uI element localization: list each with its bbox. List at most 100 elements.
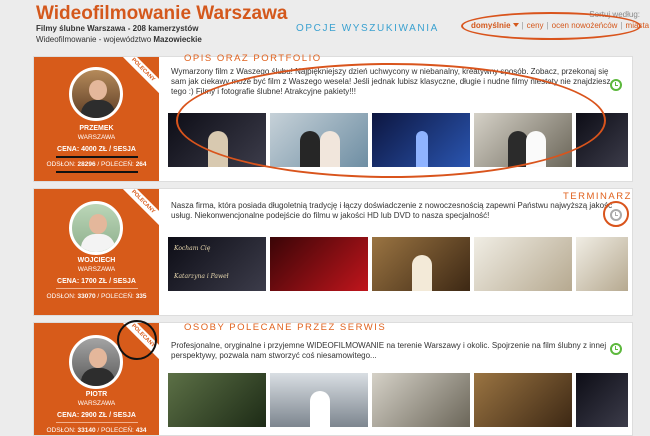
portfolio-thumbnail[interactable] — [576, 237, 628, 291]
portfolio-thumbnail[interactable]: Kocham Cię Katarzyna i Paweł — [168, 237, 266, 291]
vendor-card[interactable]: POLECANY PRZEMEK WARSZAWA CENA: 4000 ZŁ … — [33, 56, 633, 182]
figure — [208, 131, 228, 167]
breadcrumb: Wideofilmowanie - województwo Mazowiecki… — [36, 35, 202, 44]
search-options-label: OPCJE WYSZUKIWANIA — [296, 23, 439, 34]
vendor-profile-panel[interactable]: POLECANY PRZEMEK WARSZAWA CENA: 4000 ZŁ … — [34, 57, 168, 181]
divider — [56, 422, 138, 423]
figure — [300, 131, 320, 167]
caret-down-icon — [512, 23, 519, 27]
recs-label: / POLECEŃ: — [95, 293, 136, 300]
divider — [56, 156, 138, 158]
vendor-description: Nasza firma, która posiada długoletnią t… — [171, 201, 613, 220]
portfolio-thumbnail[interactable] — [270, 113, 368, 167]
avatar[interactable] — [69, 201, 123, 255]
recs-count: 434 — [135, 427, 147, 434]
divider — [56, 171, 138, 173]
avatar[interactable] — [69, 335, 123, 389]
recommended-badge: POLECANY — [118, 57, 168, 95]
portfolio-thumbnail[interactable] — [372, 373, 470, 427]
clock-icon[interactable] — [610, 209, 622, 221]
sort-city-option[interactable]: miasta — [626, 21, 650, 30]
page: Wideofilmowanie Warszawa Filmy ślubne Wa… — [0, 0, 650, 436]
portfolio-thumbnail[interactable] — [474, 373, 572, 427]
clock-icon[interactable] — [610, 343, 622, 355]
figure — [416, 131, 428, 167]
sort-default-option[interactable]: domyślnie — [471, 21, 519, 30]
avatar-face — [89, 80, 107, 100]
divider — [56, 288, 138, 289]
vendor-price: CENA: 1700 ZŁ / SESJA — [57, 278, 136, 285]
views-count: 33070 — [77, 293, 96, 300]
portfolio-thumbnail[interactable] — [576, 373, 628, 427]
portfolio-thumbnail[interactable] — [168, 373, 266, 427]
breadcrumb-region[interactable]: Mazowieckie — [153, 35, 201, 44]
vendor-stats: ODSŁON: 28296 / POLECEŃ: 264 — [34, 161, 159, 168]
recs-label: / POLECEŃ: — [95, 161, 136, 168]
recs-count: 264 — [135, 161, 147, 168]
vendor-price: CENA: 2900 ZŁ / SESJA — [57, 412, 136, 419]
vendor-profile-panel[interactable]: POLECANY WOJCIECH WARSZAWA CENA: 1700 ZŁ… — [34, 189, 168, 315]
sort-label: Sortuj według: — [589, 10, 640, 19]
views-count: 28296 — [77, 161, 96, 168]
vendor-price: CENA: 4000 ZŁ / SESJA — [57, 146, 136, 153]
annotation-recommended-label: OSOBY POLECANE PRZEZ SERWIS — [184, 322, 387, 333]
figure — [508, 131, 528, 167]
breadcrumb-prefix: Wideofilmowanie - województwo — [36, 35, 154, 44]
portfolio-thumbnail[interactable] — [270, 373, 368, 427]
avatar-face — [89, 348, 107, 368]
separator: | — [546, 21, 549, 30]
avatar-body — [81, 234, 115, 252]
figure — [310, 391, 330, 427]
sort-rating-option[interactable]: ocen nowożeńców — [552, 21, 618, 30]
vendor-description: Wymarzony film z Waszego ślubu! Najpiękn… — [171, 67, 611, 96]
portfolio-thumbnail[interactable] — [168, 113, 266, 167]
recs-label: / POLECEŃ: — [95, 427, 136, 434]
header: Wideofilmowanie Warszawa Filmy ślubne Wa… — [0, 0, 650, 54]
portfolio-thumbnail[interactable] — [474, 113, 572, 167]
recs-count: 335 — [135, 293, 147, 300]
sort-options: domyślnie | ceny | ocen nowożeńców | miasta — [471, 21, 649, 30]
sort-price-option[interactable]: ceny — [527, 21, 544, 30]
figure — [412, 255, 432, 291]
vendor-name[interactable]: PIOTR — [34, 391, 159, 398]
portfolio-gallery — [168, 113, 628, 167]
views-count: 33140 — [77, 427, 96, 434]
vendor-city: WARSZAWA — [77, 400, 116, 407]
separator: | — [521, 21, 524, 30]
avatar-body — [81, 100, 115, 118]
portfolio-gallery: Kocham Cię Katarzyna i Paweł — [168, 237, 628, 291]
recommended-badge: POLECANY — [118, 189, 168, 227]
figure — [320, 131, 340, 167]
annotation-portfolio-label: OPIS ORAZ PORTFOLIO — [184, 53, 322, 64]
portfolio-thumbnail[interactable] — [372, 237, 470, 291]
sort-default-label: domyślnie — [471, 21, 511, 30]
page-subtitle: Filmy ślubne Warszawa - 208 kamerzystów — [36, 24, 199, 33]
portfolio-thumbnail[interactable] — [576, 113, 628, 167]
vendor-description: Profesjonalne, oryginalne i przyjemne WI… — [171, 341, 607, 360]
avatar-body — [81, 368, 115, 386]
vendor-city: WARSZAWA — [77, 134, 116, 141]
vendor-card[interactable]: POLECANY WOJCIECH WARSZAWA CENA: 1700 ZŁ… — [33, 188, 633, 316]
vendor-stats: ODSŁON: 33070 / POLECEŃ: 335 — [34, 293, 159, 300]
vendor-name[interactable]: WOJCIECH — [34, 257, 159, 264]
portfolio-thumbnail[interactable] — [270, 237, 368, 291]
views-label: ODSŁON: — [46, 293, 78, 300]
vendor-stats: ODSŁON: 33140 / POLECEŃ: 434 — [34, 427, 159, 434]
avatar-face — [89, 214, 107, 234]
annotation-circle-badge — [117, 320, 157, 360]
views-label: ODSŁON: — [46, 161, 78, 168]
vendor-name[interactable]: PRZEMEK — [34, 125, 159, 132]
page-title: Wideofilmowanie Warszawa — [36, 3, 288, 24]
portfolio-thumbnail[interactable] — [474, 237, 572, 291]
clock-icon[interactable] — [610, 79, 622, 91]
vendor-city: WARSZAWA — [77, 266, 116, 273]
thumbnail-caption: Kocham Cię — [174, 245, 211, 252]
figure — [526, 131, 546, 167]
thumbnail-caption: Katarzyna i Paweł — [174, 273, 229, 280]
avatar[interactable] — [69, 67, 123, 121]
portfolio-gallery — [168, 373, 628, 427]
separator: | — [620, 21, 623, 30]
annotation-schedule-label: TERMINARZ — [563, 191, 632, 202]
views-label: ODSŁON: — [46, 427, 78, 434]
portfolio-thumbnail[interactable] — [372, 113, 470, 167]
